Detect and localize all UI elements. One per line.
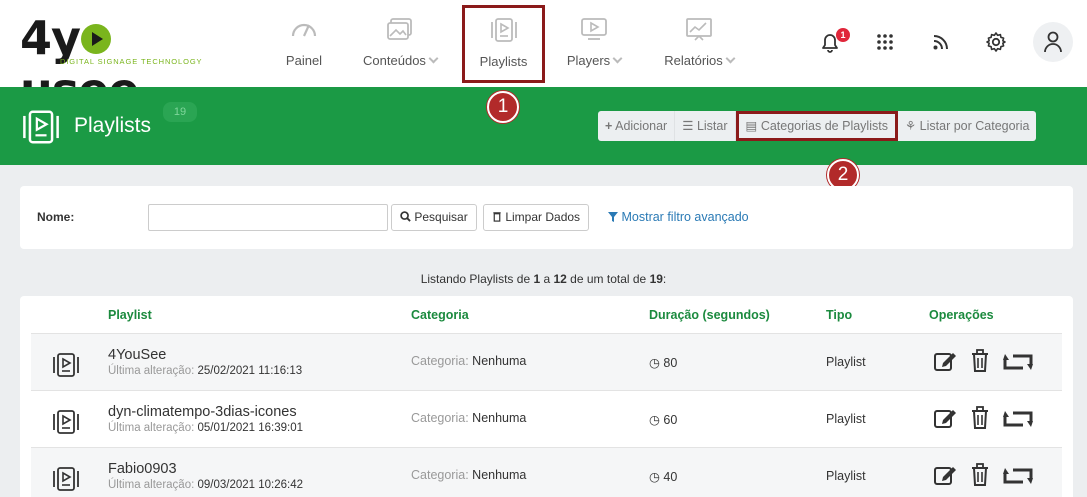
nav-label: Relatórios [660,53,738,68]
edit-icon[interactable] [933,406,959,430]
step-marker-1: 1 [487,91,519,123]
chevron-down-icon [612,53,623,64]
playlist-name[interactable]: Fabio0903 [108,461,177,477]
delete-trash-icon[interactable] [970,463,990,487]
clock-icon: ◷ [649,470,660,484]
search-button[interactable]: Pesquisar [391,204,477,231]
playlist-duration: ◷ 40 [649,470,678,484]
playlist-name[interactable]: 4YouSee [108,347,166,363]
header-action-group: + Adicionar ☰ Listar ▤ Categorias de Pla… [598,111,1037,141]
gauge-icon [291,23,317,37]
trash-icon [493,212,501,222]
nav-label: Players [563,53,625,68]
page-header: Playlists 19 + Adicionar ☰ Listar ▤ Cate… [0,87,1087,165]
gear-icon[interactable] [985,31,1007,53]
retweet-duplicate-icon[interactable] [1003,351,1033,373]
page-title: Playlists [74,114,152,137]
table-row[interactable]: dyn-climatempo-3dias-icones Última alter… [31,390,1062,447]
row-operations [933,349,1043,375]
column-header-category[interactable]: Categoria [411,308,469,322]
brand-logo[interactable]: 4yusee DIGITAL SIGNAGE TECHNOLOGY [20,12,220,116]
edit-icon[interactable] [933,463,959,487]
table-row[interactable]: Fabio0903 Última alteração: 09/03/2021 1… [31,447,1062,497]
report-chart-icon [686,18,712,41]
nav-conteudos[interactable]: Conteúdos [358,8,442,80]
column-header-type: Tipo [826,308,853,322]
column-header-operations: Operações [929,308,994,322]
user-icon [1044,31,1062,53]
search-icon [400,211,411,222]
nav-players[interactable]: Players [563,8,625,80]
list-by-category-button[interactable]: ⚘ Listar por Categoria [898,111,1036,141]
playlist-icon [490,18,517,42]
playlist-icon [53,410,79,434]
logo-play-icon [81,23,111,54]
nav-playlists[interactable]: Playlists [462,5,545,83]
retweet-duplicate-icon[interactable] [1003,465,1033,487]
retweet-duplicate-icon[interactable] [1003,408,1033,430]
nav-painel[interactable]: Painel [274,8,334,80]
playlist-categories-button[interactable]: ▤ Categorias de Playlists [735,111,898,141]
categories-icon: ▤ [745,119,758,133]
playlist-name[interactable]: dyn-climatempo-3dias-icones [108,404,297,420]
logo-tagline: DIGITAL SIGNAGE TECHNOLOGY [60,57,203,66]
delete-trash-icon[interactable] [970,349,990,373]
nav-relatorios[interactable]: Relatórios [660,8,738,80]
last-modified: Última alteração: 05/01/2021 16:39:01 [108,422,304,434]
playlist-icon [53,353,79,377]
sitemap-icon: ⚘ [904,119,917,133]
row-operations [933,406,1043,432]
playlist-type: Playlist [826,412,866,426]
nav-label: Painel [285,53,323,68]
table-row[interactable]: 4YouSee Última alteração: 25/02/2021 11:… [31,333,1062,390]
name-filter-input[interactable] [148,204,388,231]
last-modified: Última alteração: 09/03/2021 10:26:42 [108,479,304,491]
name-filter-label: Nome: [37,210,75,224]
chevron-down-icon [428,53,439,64]
playlist-duration: ◷ 60 [649,413,678,427]
top-navbar: 4yusee DIGITAL SIGNAGE TECHNOLOGY Painel… [0,0,1087,116]
apps-grid-icon[interactable] [876,33,894,51]
playlist-icon [53,467,79,491]
delete-trash-icon[interactable] [970,406,990,430]
clock-icon: ◷ [649,413,660,427]
nav-label: Playlists [479,54,528,69]
playlist-icon [23,110,59,144]
playlists-table: Playlist Categoria Duração (segundos) Ti… [20,296,1073,497]
playlist-category: Categoria: Nenhuma [411,411,527,425]
listing-summary: Listando Playlists de 1 a 12 de um total… [420,272,667,286]
filter-funnel-icon [608,212,618,222]
column-header-playlist[interactable]: Playlist [108,308,152,322]
player-screen-icon [581,18,607,40]
row-operations [933,463,1043,489]
filter-panel: Nome: Pesquisar Limpar Dados Mostrar fil… [20,186,1073,249]
images-icon [387,18,412,40]
last-modified: Última alteração: 25/02/2021 11:16:13 [108,365,303,377]
playlist-category: Categoria: Nenhuma [411,354,527,368]
playlist-duration: ◷ 80 [649,356,678,370]
plus-icon: + [605,119,613,133]
list-icon: ☰ [682,119,694,133]
playlist-count-badge: 19 [163,102,197,122]
advanced-filter-link[interactable]: Mostrar filtro avançado [608,210,749,224]
rss-feed-icon[interactable] [932,33,950,51]
clock-icon: ◷ [649,356,660,370]
notification-badge: 1 [836,28,850,42]
playlist-type: Playlist [826,355,866,369]
user-avatar[interactable] [1033,22,1073,62]
chevron-down-icon [725,53,736,64]
add-button[interactable]: + Adicionar [598,111,676,141]
clear-data-button[interactable]: Limpar Dados [483,204,590,231]
nav-label: Conteúdos [358,53,442,68]
edit-icon[interactable] [933,349,959,373]
column-header-duration[interactable]: Duração (segundos) [649,308,770,322]
playlist-type: Playlist [826,469,866,483]
list-button[interactable]: ☰ Listar [675,111,736,141]
playlist-category: Categoria: Nenhuma [411,468,527,482]
